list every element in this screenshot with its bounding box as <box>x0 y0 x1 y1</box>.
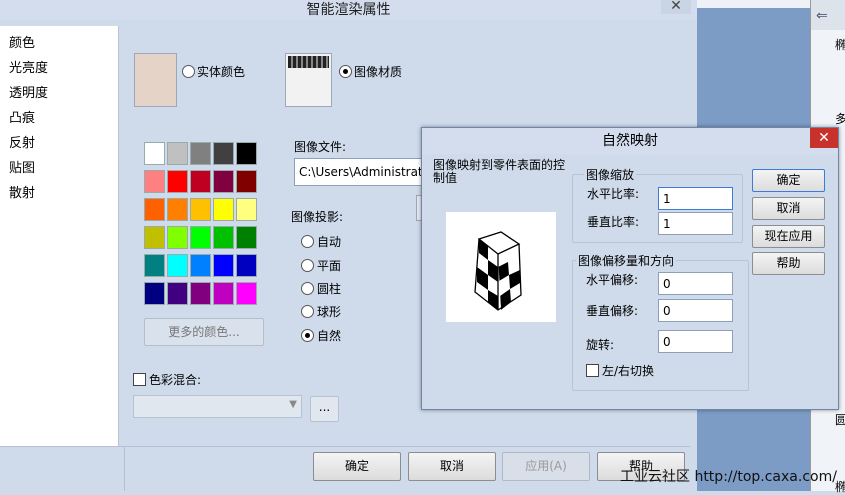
image-file-input[interactable]: C:\Users\Administrato <box>294 158 422 186</box>
projection-label-natural: 自然 <box>317 329 342 343</box>
more-colors-button[interactable]: 更多的颜色... <box>144 318 264 346</box>
palette-color-swatch[interactable] <box>144 226 165 249</box>
palette-color-swatch[interactable] <box>167 282 188 305</box>
dialog-cancel-button[interactable]: 取消 <box>752 197 825 220</box>
flip-checkbox[interactable] <box>586 364 599 377</box>
property-item-transparency[interactable]: 透明度 <box>9 82 48 101</box>
palette-color-swatch[interactable] <box>167 254 188 277</box>
property-item-scatter[interactable]: 散射 <box>9 182 35 201</box>
projection-label-sphere: 球形 <box>317 305 342 319</box>
projection-label: 图像投影: <box>291 210 344 224</box>
projection-label-plane: 平面 <box>317 259 342 273</box>
palette-color-swatch[interactable] <box>213 142 234 165</box>
side-panel-label: 多 <box>835 112 845 126</box>
palette-color-swatch[interactable] <box>213 198 234 221</box>
projection-label-auto: 自动 <box>317 235 342 249</box>
mapping-description: 图像映射到零件表面的控制值 <box>433 158 566 185</box>
scale-group-title: 图像缩放 <box>584 166 637 183</box>
palette-color-swatch[interactable] <box>167 170 188 193</box>
palette-color-swatch[interactable] <box>190 198 211 221</box>
palette-color-swatch[interactable] <box>190 282 211 305</box>
image-material-swatch[interactable] <box>285 53 332 107</box>
ok-button[interactable]: 确定 <box>313 452 401 481</box>
palette-color-swatch[interactable] <box>213 170 234 193</box>
palette-color-swatch[interactable] <box>236 282 257 305</box>
palette-color-swatch[interactable] <box>236 170 257 193</box>
property-item-color[interactable]: 颜色 <box>9 32 35 51</box>
image-material-label: 图像材质 <box>354 65 403 79</box>
palette-color-swatch[interactable] <box>190 254 211 277</box>
property-item-texture[interactable]: 贴图 <box>9 157 35 176</box>
palette-color-swatch[interactable] <box>236 226 257 249</box>
palette-color-swatch[interactable] <box>236 198 257 221</box>
projection-radio-auto[interactable] <box>301 235 314 248</box>
apply-button[interactable]: 应用(A) <box>502 452 590 481</box>
palette-color-swatch[interactable] <box>236 142 257 165</box>
dialog-help-button[interactable]: 帮助 <box>752 252 825 275</box>
projection-radio-natural[interactable] <box>301 329 314 342</box>
palette-color-swatch[interactable] <box>167 198 188 221</box>
property-item-brightness[interactable]: 光亮度 <box>9 57 48 76</box>
dialog-apply-now-button[interactable]: 现在应用 <box>752 225 825 248</box>
property-item-bump[interactable]: 凸痕 <box>9 107 35 126</box>
palette-color-swatch[interactable] <box>213 254 234 277</box>
color-mix-label: 色彩混合: <box>149 373 202 387</box>
projection-radio-sphere[interactable] <box>301 305 314 318</box>
rotation-input[interactable]: 0 <box>658 330 733 353</box>
palette-color-swatch[interactable] <box>213 282 234 305</box>
palette-color-swatch[interactable] <box>190 142 211 165</box>
palette-color-swatch[interactable] <box>190 226 211 249</box>
window-title: 智能渲染属性 <box>0 0 697 20</box>
rotation-label: 旋转: <box>586 338 615 352</box>
vertical-offset-label: 垂直偏移: <box>586 304 639 318</box>
property-list: 颜色 光亮度 透明度 凸痕 反射 贴图 散射 <box>0 26 119 446</box>
divider <box>124 446 125 491</box>
palette-color-swatch[interactable] <box>144 142 165 165</box>
dialog-close-button[interactable]: ✕ <box>810 128 838 148</box>
solid-color-swatch[interactable] <box>134 53 177 107</box>
dialog-ok-button[interactable]: 确定 <box>752 169 825 192</box>
flip-label: 左/右切换 <box>602 364 655 378</box>
back-arrow-icon[interactable]: ⇐ <box>816 8 828 24</box>
window-close-button[interactable]: ✕ <box>661 0 691 14</box>
horizontal-ratio-label: 水平比率: <box>587 187 640 201</box>
horizontal-offset-input[interactable]: 0 <box>658 272 733 295</box>
palette-color-swatch[interactable] <box>236 254 257 277</box>
color-mix-browse-button[interactable]: ... <box>310 396 339 422</box>
watermark-text: 工业云社区 http://top.caxa.com/ <box>620 469 837 485</box>
palette-color-swatch[interactable] <box>167 226 188 249</box>
palette-color-swatch[interactable] <box>190 170 211 193</box>
solid-color-label: 实体颜色 <box>197 65 246 79</box>
projection-label-cylinder: 圆柱 <box>317 282 342 296</box>
color-mix-select[interactable]: ▼ <box>133 395 302 418</box>
horizontal-offset-label: 水平偏移: <box>586 273 639 287</box>
mapping-preview-image <box>446 212 556 322</box>
solid-color-radio[interactable] <box>182 65 195 78</box>
palette-color-swatch[interactable] <box>144 198 165 221</box>
projection-radio-plane[interactable] <box>301 259 314 272</box>
offset-group-title: 图像偏移量和方向 <box>576 252 677 269</box>
color-palette <box>144 142 259 309</box>
palette-color-swatch[interactable] <box>167 142 188 165</box>
palette-color-swatch[interactable] <box>144 282 165 305</box>
projection-radio-cylinder[interactable] <box>301 282 314 295</box>
vertical-ratio-input[interactable]: 1 <box>658 212 733 235</box>
background-app-bar <box>697 0 810 8</box>
image-material-radio[interactable] <box>339 65 352 78</box>
side-panel-label: 椭 <box>835 38 845 52</box>
natural-mapping-dialog: 自然映射 ✕ 图像映射到零件表面的控制值 图像缩放 水平比率: 1 垂直比率: … <box>421 127 839 410</box>
dialog-title: 自然映射 <box>422 128 838 154</box>
vertical-ratio-label: 垂直比率: <box>587 215 640 229</box>
chevron-down-icon: ▼ <box>289 399 297 410</box>
property-item-reflection[interactable]: 反射 <box>9 132 35 151</box>
side-panel-label: 圆 <box>835 413 845 427</box>
horizontal-ratio-input[interactable]: 1 <box>658 187 733 210</box>
image-file-label: 图像文件: <box>294 140 347 154</box>
vertical-offset-input[interactable]: 0 <box>658 299 733 322</box>
color-mix-checkbox[interactable] <box>133 373 146 386</box>
palette-color-swatch[interactable] <box>144 254 165 277</box>
palette-color-swatch[interactable] <box>144 170 165 193</box>
palette-color-swatch[interactable] <box>213 226 234 249</box>
cancel-button[interactable]: 取消 <box>408 452 496 481</box>
